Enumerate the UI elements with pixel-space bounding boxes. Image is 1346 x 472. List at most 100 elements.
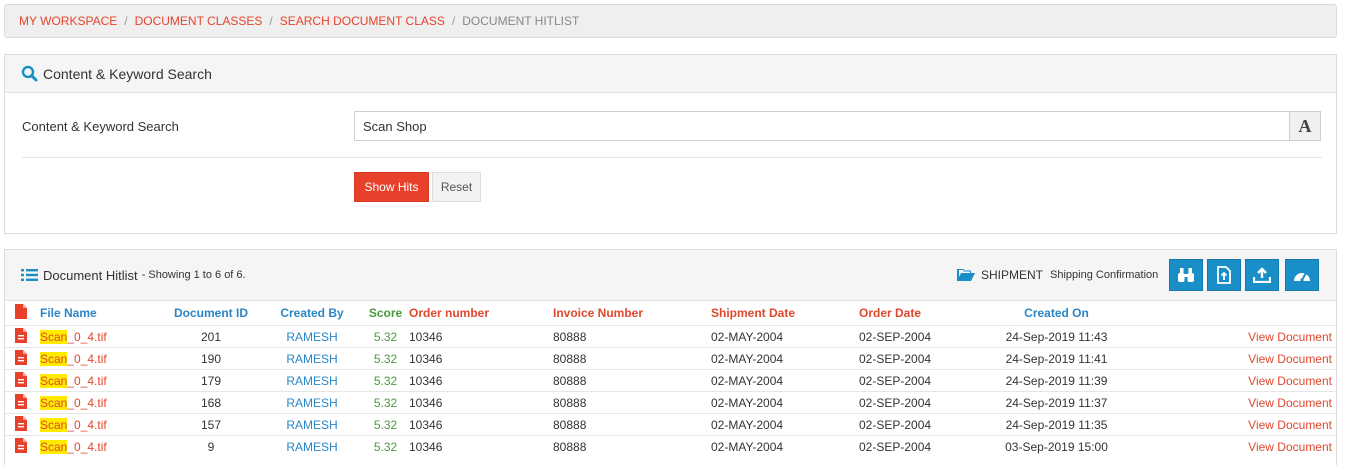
file-name-cell[interactable]: Scan_0_4.tif [40,347,160,370]
row-file-icon-cell [5,391,40,414]
document-file-icon[interactable] [15,415,27,431]
file-name-highlight[interactable]: Scan [40,395,68,410]
shipment-date-cell: 02-MAY-2004 [711,435,859,457]
document-class-name: SHIPMENT [981,268,1044,282]
search-input[interactable] [354,111,1289,141]
file-name-highlight[interactable]: Scan [40,373,68,388]
export-file-icon [1217,266,1231,284]
export-file-button[interactable] [1207,259,1241,291]
show-hits-button[interactable]: Show Hits [354,172,429,202]
score-cell: 5.32 [362,369,409,392]
file-name-cell[interactable]: Scan_0_4.tif [40,325,160,348]
upload-button[interactable] [1245,259,1279,291]
document-id-cell: 168 [160,391,262,414]
breadcrumb-link-my-workspace[interactable]: MY WORKSPACE [19,14,117,28]
font-toggle-button[interactable]: A [1289,111,1321,141]
table-row[interactable]: Scan_0_4.tif 157 RAMESH 5.32 10346 80888… [5,413,1336,436]
file-name-cell[interactable]: Scan_0_4.tif [40,413,160,436]
created-by-cell: RAMESH [262,347,362,370]
created-by-cell: RAMESH [262,391,362,414]
file-name-highlight[interactable]: Scan [40,439,68,454]
score-cell: 5.32 [362,325,409,348]
created-by-cell: RAMESH [262,413,362,436]
col-document-id[interactable]: Document ID [160,300,262,326]
table-row[interactable]: Scan_0_4.tif 9 RAMESH 5.32 10346 80888 0… [5,435,1336,457]
file-name-highlight[interactable]: Scan [40,417,68,432]
view-document-link[interactable]: View Document [1139,325,1336,348]
file-name-rest[interactable]: _0_4.tif [67,418,106,432]
view-document-link[interactable]: View Document [1139,413,1336,436]
created-by-cell: RAMESH [262,325,362,348]
search-field-label: Content & Keyword Search [22,119,179,134]
view-document-link[interactable]: View Document [1139,369,1336,392]
list-icon [21,268,38,282]
table-row[interactable]: Scan_0_4.tif 190 RAMESH 5.32 10346 80888… [5,347,1336,370]
shipment-date-cell: 02-MAY-2004 [711,325,859,348]
file-name-rest[interactable]: _0_4.tif [67,352,106,366]
document-id-cell: 9 [160,435,262,457]
dashboard-button[interactable] [1285,259,1319,291]
view-document-link[interactable]: View Document [1139,391,1336,414]
folder-open-icon [957,268,975,282]
shipment-date-cell: 02-MAY-2004 [711,347,859,370]
created-on-cell: 24-Sep-2019 11:37 [974,391,1139,414]
breadcrumb-current: DOCUMENT HITLIST [462,14,580,28]
score-cell: 5.32 [362,435,409,457]
table-row[interactable]: Scan_0_4.tif 201 RAMESH 5.32 10346 80888… [5,325,1336,348]
col-order-date[interactable]: Order Date [859,300,974,326]
score-cell: 5.32 [362,347,409,370]
invoice-number-cell: 80888 [553,369,711,392]
table-row[interactable]: Scan_0_4.tif 168 RAMESH 5.32 10346 80888… [5,391,1336,414]
dashboard-icon [1292,267,1312,283]
file-name-rest[interactable]: _0_4.tif [67,440,106,454]
document-class-info: SHIPMENT Shipping Confirmation [957,250,1158,300]
table-row[interactable]: Scan_0_4.tif 179 RAMESH 5.32 10346 80888… [5,369,1336,392]
divider [22,157,1322,158]
col-invoice-number[interactable]: Invoice Number [553,300,711,326]
binoculars-button[interactable] [1169,259,1203,291]
col-created-by[interactable]: Created By [262,300,362,326]
created-on-cell: 24-Sep-2019 11:41 [974,347,1139,370]
search-icon [21,65,38,82]
created-by-cell: RAMESH [262,369,362,392]
created-on-cell: 24-Sep-2019 11:35 [974,413,1139,436]
order-date-cell: 02-SEP-2004 [859,369,974,392]
file-name-cell[interactable]: Scan_0_4.tif [40,391,160,414]
order-date-cell: 02-SEP-2004 [859,325,974,348]
file-name-cell[interactable]: Scan_0_4.tif [40,369,160,392]
document-file-icon[interactable] [15,437,27,453]
search-panel-title: Content & Keyword Search [43,65,212,82]
breadcrumb-link-document-classes[interactable]: DOCUMENT CLASSES [135,14,263,28]
binoculars-icon [1177,267,1195,283]
file-name-cell[interactable]: Scan_0_4.tif [40,435,160,457]
hitlist-count: - Showing 1 to 6 of 6. [141,269,246,281]
document-file-icon[interactable] [15,393,27,409]
col-order-number[interactable]: Order number [409,300,553,326]
document-file-icon[interactable] [15,371,27,387]
view-document-link[interactable]: View Document [1139,347,1336,370]
hitlist-panel: Document Hitlist - Showing 1 to 6 of 6. … [4,249,1337,465]
breadcrumb-separator: / [269,14,273,28]
breadcrumb-link-search-document-class[interactable]: SEARCH DOCUMENT CLASS [280,14,445,28]
order-number-cell: 10346 [409,413,553,436]
order-date-cell: 02-SEP-2004 [859,347,974,370]
file-name-highlight[interactable]: Scan [40,351,68,366]
file-name-rest[interactable]: _0_4.tif [67,396,106,410]
breadcrumb-separator: / [451,14,456,28]
document-id-cell: 179 [160,369,262,392]
reset-button[interactable]: Reset [432,172,481,202]
invoice-number-cell: 80888 [553,391,711,414]
document-file-icon[interactable] [15,349,27,365]
col-created-on[interactable]: Created On [974,300,1139,326]
col-file-name[interactable]: File Name [40,300,160,326]
col-score[interactable]: Score [362,300,409,326]
shipment-date-cell: 02-MAY-2004 [711,413,859,436]
view-document-link[interactable]: View Document [1139,435,1336,457]
document-file-icon[interactable] [15,327,27,343]
file-name-rest[interactable]: _0_4.tif [67,374,106,388]
col-shipment-date[interactable]: Shipment Date [711,300,859,326]
row-file-icon-cell [5,369,40,392]
file-name-rest[interactable]: _0_4.tif [67,330,106,344]
file-column-header [5,300,40,326]
file-name-highlight[interactable]: Scan [40,329,68,344]
